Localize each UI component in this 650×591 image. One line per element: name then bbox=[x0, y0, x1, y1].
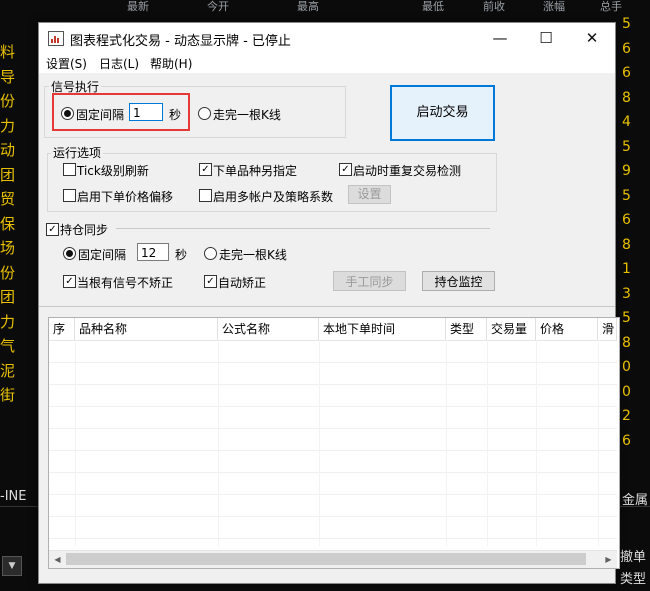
position-sync-label: 持仓同步 bbox=[60, 223, 109, 237]
row-line bbox=[49, 516, 617, 517]
col-high: 最高 bbox=[297, 0, 319, 13]
scroll-left-icon[interactable]: ◀ bbox=[49, 551, 66, 568]
auto-correct-label: 自动矫正 bbox=[218, 276, 267, 290]
type-label: 类型 bbox=[620, 572, 647, 587]
col-line bbox=[598, 340, 599, 546]
col-open: 今开 bbox=[207, 0, 229, 13]
col-line bbox=[319, 340, 320, 546]
row-line bbox=[49, 450, 617, 451]
tick-refresh-checkbox[interactable] bbox=[63, 163, 76, 176]
position-monitor-button[interactable]: 持仓监控 bbox=[422, 271, 495, 291]
sync-bar-label: 走完一根K线 bbox=[219, 248, 287, 262]
th-formula[interactable]: 公式名称 bbox=[218, 318, 319, 340]
orders-table[interactable]: 序 品种名称 公式名称 本地下单时间 类型 交易量 价格 滑 ◀ ▶ bbox=[48, 317, 620, 569]
signal-fixed-interval-label: 固定间隔 bbox=[76, 108, 125, 122]
menu-help[interactable]: 帮助(H) bbox=[150, 55, 192, 72]
header-divider bbox=[49, 340, 617, 341]
col-line bbox=[75, 340, 76, 546]
price-offset-checkbox[interactable] bbox=[63, 189, 76, 202]
position-sync-checkbox[interactable]: ✓ bbox=[46, 223, 59, 236]
col-low: 最低 bbox=[422, 0, 444, 13]
restart-check-checkbox[interactable]: ✓ bbox=[339, 163, 352, 176]
no-correct-checkbox[interactable]: ✓ bbox=[63, 275, 76, 288]
terminal-name-column: 料导 份力 动团 贸保 场份 团力 气泥 街 bbox=[0, 43, 16, 404]
row-line bbox=[49, 362, 617, 363]
window-title: 图表程式化交易 - 动态显示牌 - 已停止 bbox=[70, 34, 291, 49]
exchange-tab-ine[interactable]: -INE bbox=[0, 489, 26, 504]
signal-bar-label: 走完一根K线 bbox=[213, 108, 281, 122]
price-offset-label: 启用下单价格偏移 bbox=[77, 190, 174, 204]
position-sync-separator bbox=[116, 228, 490, 229]
sync-fixed-interval-label: 固定间隔 bbox=[78, 248, 127, 262]
col-line bbox=[218, 340, 219, 546]
col-line bbox=[446, 340, 447, 546]
scrollbar-thumb[interactable] bbox=[66, 553, 586, 565]
signal-fixed-interval-radio[interactable] bbox=[61, 107, 74, 120]
row-line bbox=[49, 384, 617, 385]
multi-account-label: 启用多帐户及策略系数 bbox=[213, 190, 334, 204]
col-prev-close: 前收 bbox=[483, 0, 505, 13]
th-type[interactable]: 类型 bbox=[446, 318, 487, 340]
row-line bbox=[49, 494, 617, 495]
start-trading-button[interactable]: 启动交易 bbox=[390, 85, 495, 141]
maximize-button[interactable]: ☐ bbox=[523, 23, 569, 53]
signal-interval-input[interactable]: 1 bbox=[129, 103, 163, 121]
restart-check-label: 启动时重复交易检测 bbox=[353, 164, 462, 178]
th-order-time[interactable]: 本地下单时间 bbox=[319, 318, 446, 340]
order-product-label: 下单品种另指定 bbox=[213, 164, 298, 178]
th-price[interactable]: 价格 bbox=[536, 318, 598, 340]
minimize-button[interactable]: — bbox=[477, 23, 523, 53]
dropdown-arrow-icon[interactable]: ▼ bbox=[2, 556, 22, 576]
close-button[interactable]: ✕ bbox=[569, 23, 615, 53]
section-divider bbox=[39, 306, 615, 307]
sync-unit-label: 秒 bbox=[175, 248, 188, 262]
cancel-order-label[interactable]: 撤单 bbox=[620, 546, 646, 565]
run-options-label: 运行选项 bbox=[51, 144, 104, 161]
multi-account-checkbox[interactable] bbox=[199, 189, 212, 202]
no-correct-label: 当根有信号不矫正 bbox=[77, 276, 174, 290]
auto-correct-checkbox[interactable]: ✓ bbox=[204, 275, 217, 288]
col-change: 涨幅 bbox=[543, 0, 565, 13]
scroll-right-icon[interactable]: ▶ bbox=[600, 551, 617, 568]
signal-bar-radio[interactable] bbox=[198, 107, 211, 120]
menu-bar: 设置(S) 日志(L) 帮助(H) bbox=[39, 53, 615, 73]
horizontal-scrollbar[interactable]: ◀ ▶ bbox=[49, 550, 617, 568]
row-line bbox=[49, 428, 617, 429]
col-line bbox=[536, 340, 537, 546]
manual-sync-button[interactable]: 手工同步 bbox=[333, 271, 406, 291]
sync-fixed-interval-radio[interactable] bbox=[63, 247, 76, 260]
th-volume[interactable]: 交易量 bbox=[487, 318, 536, 340]
settings-button[interactable]: 设置 bbox=[348, 185, 391, 204]
title-bar[interactable]: 图表程式化交易 - 动态显示牌 - 已停止 — ☐ ✕ bbox=[39, 23, 615, 53]
trading-window: 图表程式化交易 - 动态显示牌 - 已停止 — ☐ ✕ 设置(S) 日志(L) … bbox=[38, 22, 620, 584]
sync-interval-input[interactable]: 12 bbox=[137, 243, 169, 261]
th-slippage[interactable]: 滑 bbox=[598, 318, 617, 340]
row-line bbox=[49, 472, 617, 473]
col-line bbox=[487, 340, 488, 546]
menu-settings[interactable]: 设置(S) bbox=[46, 55, 87, 72]
terminal-value-column: 56 68 45 95 68 13 58 00 26 bbox=[622, 16, 631, 449]
signal-unit-label: 秒 bbox=[169, 108, 182, 122]
terminal-header: 最新 今开 最高 最低 前收 涨幅 总手 bbox=[0, 0, 650, 13]
row-line bbox=[49, 406, 617, 407]
tick-refresh-label: Tick级别刷新 bbox=[77, 164, 149, 178]
menu-log[interactable]: 日志(L) bbox=[99, 55, 139, 72]
th-product[interactable]: 品种名称 bbox=[75, 318, 218, 340]
sync-bar-radio[interactable] bbox=[204, 247, 217, 260]
th-index[interactable]: 序 bbox=[49, 318, 75, 340]
row-line bbox=[49, 538, 617, 539]
order-product-checkbox[interactable]: ✓ bbox=[199, 163, 212, 176]
chart-app-icon bbox=[48, 31, 64, 46]
col-latest: 最新 bbox=[127, 0, 149, 13]
